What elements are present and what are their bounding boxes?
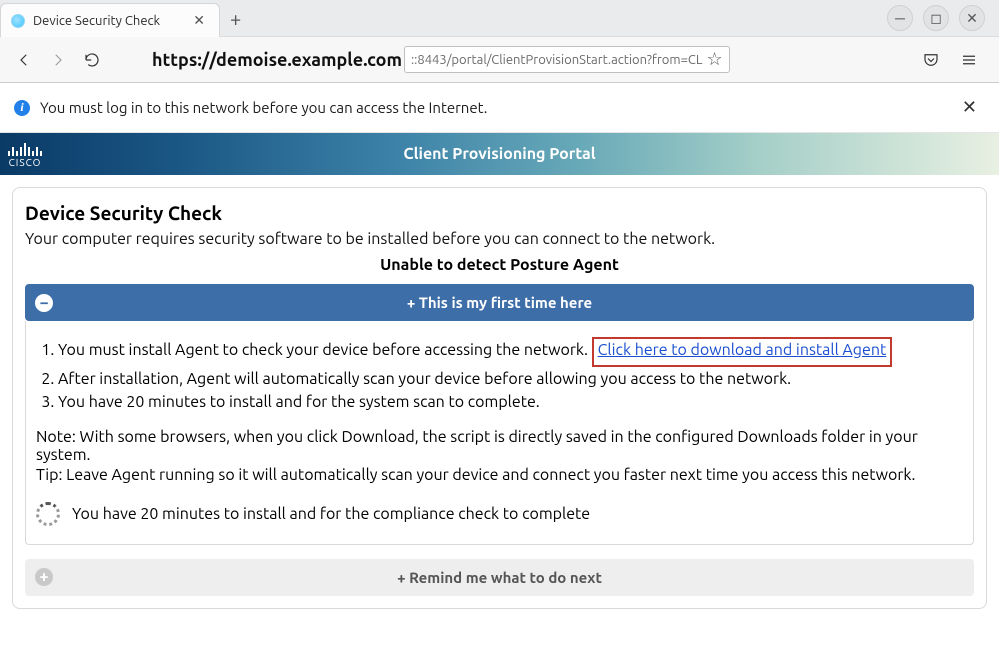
window-minimize-icon[interactable]: ─ (887, 5, 913, 31)
compliance-status-row: You have 20 minutes to install and for t… (36, 502, 963, 526)
card-subheading: Your computer requires security software… (25, 230, 974, 248)
bookmark-star-icon[interactable]: ☆ (707, 49, 723, 70)
tab-title: Device Security Check (33, 14, 181, 28)
banner-text: You must log in to this network before y… (40, 99, 487, 116)
download-agent-link[interactable]: Click here to download and install Agent (598, 341, 887, 359)
window-maximize-icon[interactable]: ◻ (923, 5, 949, 31)
banner-close-icon[interactable]: ✕ (954, 93, 985, 122)
url-area[interactable]: https://demoise.example.com ::8443/porta… (152, 46, 911, 73)
tab-close-icon[interactable]: ✕ (189, 10, 209, 31)
portal-header: CISCO Client Provisioning Portal (0, 133, 999, 175)
collapse-icon: − (35, 294, 53, 312)
step-2: After installation, Agent will automatic… (58, 369, 963, 391)
network-login-banner: i You must log in to this network before… (0, 83, 999, 133)
accordion-first-time-header[interactable]: − + This is my first time here (25, 284, 974, 321)
browser-chrome: Device Security Check ✕ + ─ ◻ ✕ https://… (0, 0, 999, 83)
expand-icon: + (35, 568, 53, 586)
compliance-status-text: You have 20 minutes to install and for t… (72, 505, 590, 523)
reload-button[interactable] (78, 46, 106, 74)
portal-title: Client Provisioning Portal (403, 145, 595, 163)
note-text: Note: With some browsers, when you click… (36, 428, 963, 464)
url-domain: https://demoise.example.com (152, 50, 402, 70)
loading-spinner-icon (36, 502, 60, 526)
card-heading: Device Security Check (25, 202, 974, 224)
accordion-first-time-label: + This is my first time here (407, 294, 592, 311)
hamburger-menu-icon[interactable] (955, 46, 983, 74)
url-path: ::8443/portal/ClientProvisionStart.actio… (404, 46, 730, 73)
window-close-icon[interactable]: ✕ (959, 5, 985, 31)
step-1: You must install Agent to check your dev… (58, 337, 963, 367)
detect-message: Unable to detect Posture Agent (25, 256, 974, 274)
back-button[interactable] (10, 46, 38, 74)
new-tab-button[interactable]: + (220, 7, 251, 30)
security-check-card: Device Security Check Your computer requ… (12, 187, 987, 609)
tab-favicon (11, 14, 25, 28)
step-3: You have 20 minutes to install and for t… (58, 392, 963, 414)
pocket-icon[interactable] (917, 46, 945, 74)
address-bar: https://demoise.example.com ::8443/porta… (0, 36, 999, 82)
browser-tab[interactable]: Device Security Check ✕ (0, 3, 220, 37)
step-1-text: You must install Agent to check your dev… (58, 341, 592, 359)
forward-button[interactable] (44, 46, 72, 74)
cisco-bars-icon (8, 142, 42, 156)
tab-bar: Device Security Check ✕ + ─ ◻ ✕ (0, 0, 999, 36)
download-highlight: Click here to download and install Agent (592, 337, 893, 367)
cisco-logo: CISCO (8, 140, 42, 168)
accordion-remind-label: + Remind me what to do next (397, 569, 602, 586)
url-path-text: ::8443/portal/ClientProvisionStart.actio… (411, 53, 703, 67)
cisco-logo-text: CISCO (9, 158, 42, 168)
info-icon: i (14, 100, 30, 116)
accordion-first-time-body: You must install Agent to check your dev… (25, 321, 974, 545)
page-content: Device Security Check Your computer requ… (0, 175, 999, 621)
tip-text: Tip: Leave Agent running so it will auto… (36, 466, 963, 484)
accordion-remind-header[interactable]: + + Remind me what to do next (25, 559, 974, 596)
window-controls: ─ ◻ ✕ (887, 5, 993, 31)
